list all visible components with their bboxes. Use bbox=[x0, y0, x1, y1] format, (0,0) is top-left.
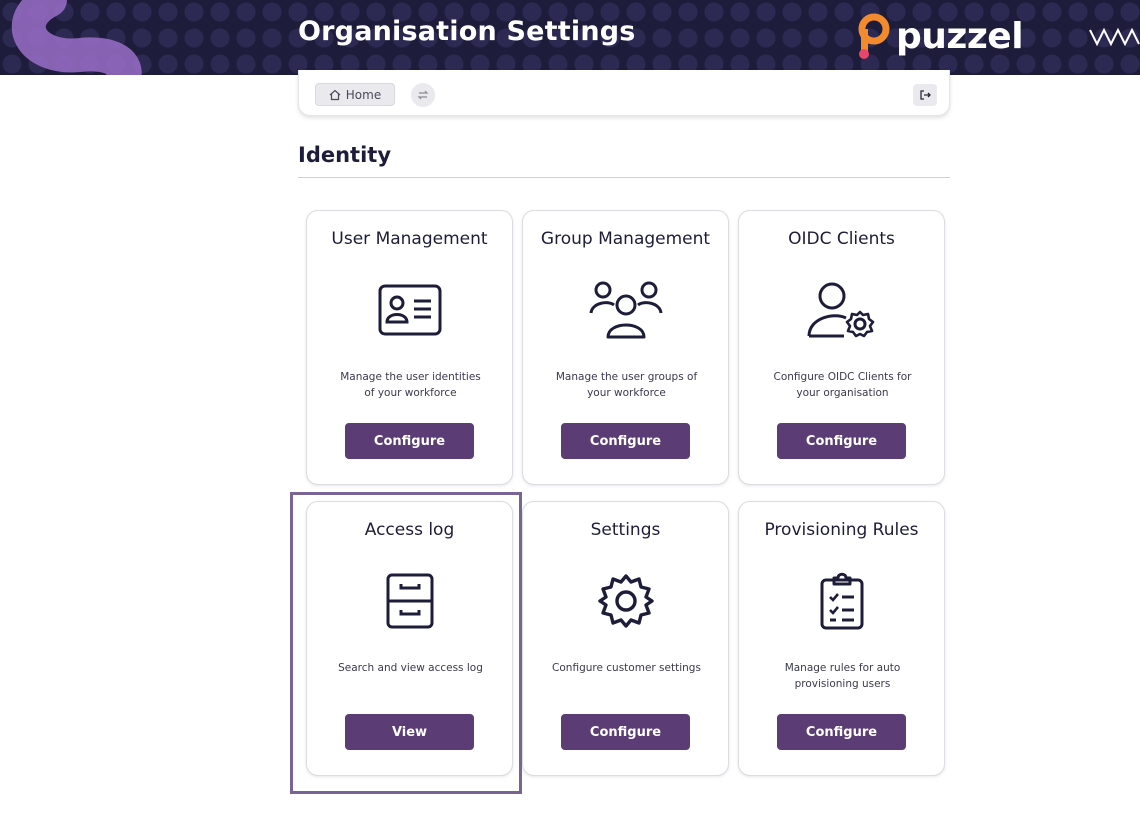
card-user-management: User Management Manage the user identiti… bbox=[306, 210, 513, 485]
card-description: Manage the user groups of your workforce bbox=[555, 371, 698, 399]
page-title: Organisation Settings bbox=[298, 16, 636, 47]
brand-name: puzzel bbox=[896, 15, 1024, 57]
card-provisioning-rules: Provisioning Rules Manage rules for auto… bbox=[738, 501, 945, 776]
card-description: Configure customer settings bbox=[552, 662, 701, 674]
filing-cabinet-icon bbox=[372, 568, 448, 634]
card-settings: Settings Configure customer settings Con… bbox=[522, 501, 729, 776]
id-card-icon bbox=[372, 277, 448, 343]
logout-icon bbox=[920, 90, 931, 100]
clipboard-checklist-icon bbox=[804, 568, 880, 634]
card-title: Settings bbox=[590, 520, 661, 540]
swap-button[interactable] bbox=[411, 83, 435, 107]
view-access-log-button[interactable]: View bbox=[345, 714, 474, 750]
card-description: Search and view access log bbox=[338, 662, 483, 674]
card-title: User Management bbox=[331, 229, 488, 249]
card-title: OIDC Clients bbox=[788, 229, 895, 249]
navigation-toolbar: Home bbox=[298, 70, 950, 116]
home-button[interactable]: Home bbox=[315, 83, 395, 106]
card-title: Access log bbox=[364, 520, 455, 540]
card-oidc-clients: OIDC Clients Configure OIDC Clients for … bbox=[738, 210, 945, 485]
card-title: Group Management bbox=[540, 229, 711, 249]
card-description: Manage rules for auto provisioning users bbox=[784, 662, 901, 690]
section-title-identity: Identity bbox=[298, 143, 392, 167]
card-group-management: Group Management Manage the user groups … bbox=[522, 210, 729, 485]
home-icon bbox=[329, 89, 341, 100]
users-group-icon bbox=[588, 277, 664, 343]
configure-group-management-button[interactable]: Configure bbox=[561, 423, 690, 459]
card-access-log: Access log Search and view access log Vi… bbox=[306, 501, 513, 776]
card-title: Provisioning Rules bbox=[764, 520, 919, 540]
wave-graphic bbox=[1089, 27, 1140, 47]
puzzel-logo: puzzel bbox=[856, 10, 1024, 62]
card-description: Configure OIDC Clients for your organisa… bbox=[773, 371, 912, 399]
brand-swirl-graphic bbox=[11, 0, 142, 75]
gear-icon bbox=[588, 568, 664, 634]
logout-button[interactable] bbox=[913, 84, 937, 106]
swap-icon bbox=[417, 90, 429, 100]
configure-provisioning-rules-button[interactable]: Configure bbox=[777, 714, 906, 750]
card-description: Manage the user identities of your workf… bbox=[340, 371, 481, 399]
puzzel-logo-mark-icon bbox=[858, 13, 890, 59]
home-button-label: Home bbox=[345, 87, 382, 102]
configure-settings-button[interactable]: Configure bbox=[561, 714, 690, 750]
header-banner: Organisation Settings puzzel bbox=[0, 0, 1140, 75]
section-divider bbox=[298, 177, 950, 178]
user-gear-icon bbox=[804, 277, 880, 343]
configure-oidc-clients-button[interactable]: Configure bbox=[777, 423, 906, 459]
configure-user-management-button[interactable]: Configure bbox=[345, 423, 474, 459]
